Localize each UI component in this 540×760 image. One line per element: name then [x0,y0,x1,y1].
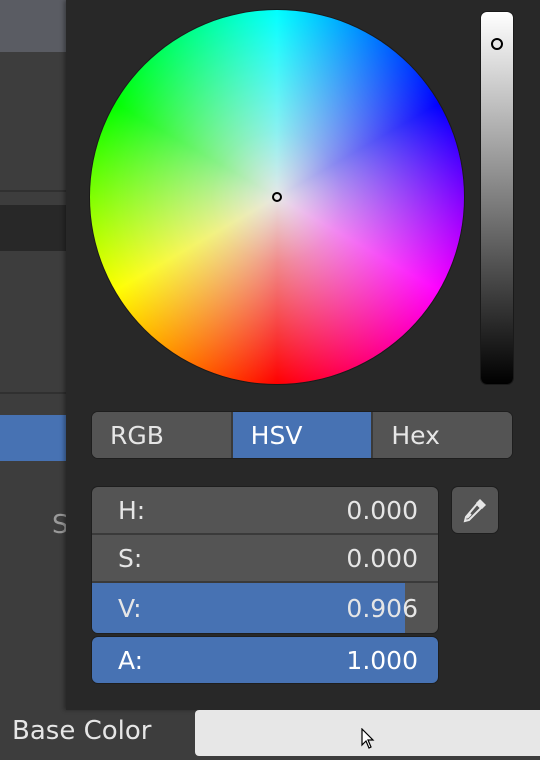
value-slider-handle[interactable] [491,38,503,50]
eyedropper-icon [463,499,486,523]
value-value: 0.906 [346,593,418,623]
hue-value: 0.000 [346,495,418,525]
alpha-value: 1.000 [346,645,418,675]
tab-hsv[interactable]: HSV [232,412,374,458]
alpha-label: A: [118,645,144,675]
hue-saturation-wheel[interactable] [90,10,464,384]
tab-rgb[interactable]: RGB [92,412,233,458]
base-color-label: Base Color [12,716,152,746]
saturation-value: 0.000 [346,543,418,573]
saturation-field[interactable]: S: 0.000 [92,535,438,583]
color-mode-tabs: RGB HSV Hex [92,412,512,458]
mouse-pointer-icon [361,728,375,749]
saturation-label: S: [118,543,143,573]
background-header-strip [0,0,70,52]
value-slider[interactable] [481,12,513,384]
alpha-field[interactable]: A: 1.000 [92,637,438,683]
hue-label: H: [118,495,146,525]
hsv-fields: H: 0.000 S: 0.000 V: 0.906 [92,487,438,633]
wheel-cursor[interactable] [272,192,282,202]
tab-hex[interactable]: Hex [373,412,512,458]
color-picker-popup: RGB HSV Hex H: 0.000 S: 0.000 V: 0.906 A… [66,0,540,710]
value-label: V: [118,593,142,623]
hue-field[interactable]: H: 0.000 [92,487,438,535]
value-field[interactable]: V: 0.906 [92,583,438,633]
eyedropper-button[interactable] [452,487,498,533]
